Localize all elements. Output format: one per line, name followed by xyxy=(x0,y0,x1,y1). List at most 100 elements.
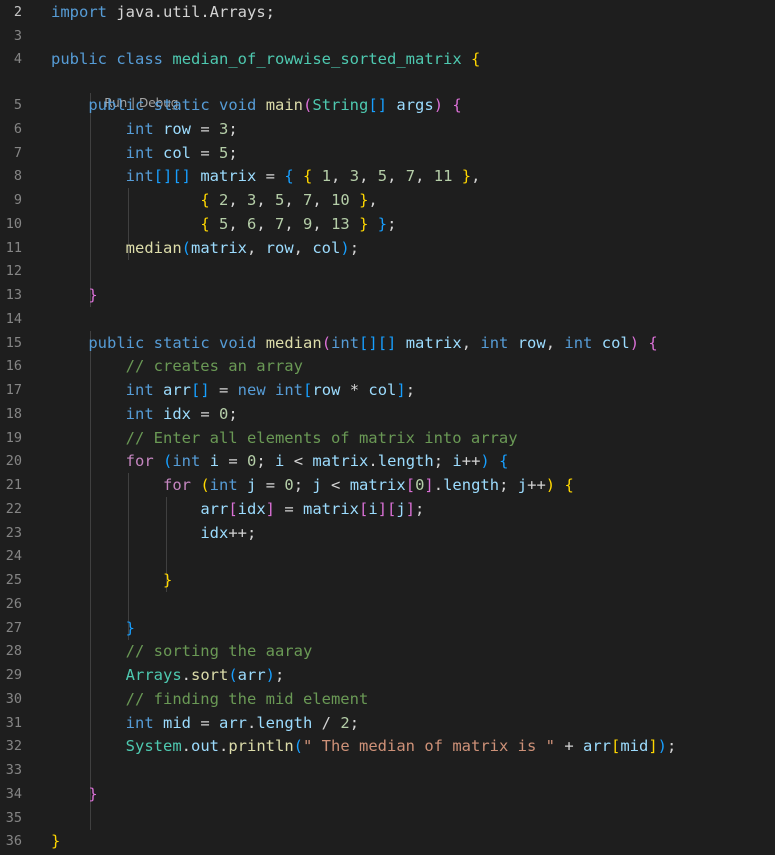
code-token: = xyxy=(275,499,303,518)
code-token: ; xyxy=(415,499,425,518)
code-token: int xyxy=(331,333,360,352)
code-line[interactable]: public class median_of_rowwise_sorted_ma… xyxy=(51,47,480,71)
code-line[interactable]: public static void median(int[][] matrix… xyxy=(51,331,657,355)
code-line[interactable]: { 5, 6, 7, 9, 13 } }; xyxy=(51,212,396,236)
code-token: = xyxy=(256,167,285,186)
code-token: void xyxy=(219,96,257,114)
code-line[interactable]: int col = 5; xyxy=(51,141,238,165)
code-token: matrix xyxy=(405,333,462,352)
code-token: median_of_rowwise_sorted_matrix xyxy=(172,50,462,69)
code-line[interactable]: { 2, 3, 5, 7, 10 }, xyxy=(51,188,377,212)
code-token: int xyxy=(172,452,201,471)
code-token: 3 xyxy=(247,191,257,209)
code-token: ][ xyxy=(377,499,397,518)
code-line[interactable]: for (int j = 0; j < matrix[0].length; j+… xyxy=(51,473,574,497)
code-token: ; xyxy=(293,476,313,494)
code-line[interactable]: Arrays.sort(arr); xyxy=(51,663,285,687)
code-token: = xyxy=(256,476,285,494)
code-token: int xyxy=(480,333,509,352)
line-number: 5 xyxy=(13,97,22,113)
code-token: . xyxy=(181,666,191,684)
code-line[interactable]: int mid = arr.length / 2; xyxy=(51,711,359,735)
code-token: } xyxy=(51,832,61,851)
line-number: 15 xyxy=(5,334,22,351)
line-number: 7 xyxy=(13,144,22,161)
code-line[interactable]: } xyxy=(51,568,172,592)
code-token: 3 xyxy=(219,119,229,138)
code-line[interactable]: // Enter all elements of matrix into arr… xyxy=(51,426,518,450)
code-token: , xyxy=(471,167,481,186)
code-token: 7 xyxy=(275,214,285,233)
code-token: ( xyxy=(293,737,304,756)
code-token: . xyxy=(219,737,229,756)
code-token: ; xyxy=(275,666,285,684)
code-line[interactable]: public static void main(String[] args) { xyxy=(51,93,461,117)
code-token: ) xyxy=(657,737,668,756)
code-line[interactable]: for (int i = 0; i < matrix.length; i++) … xyxy=(51,449,509,473)
code-editor[interactable]: 2 3 4 5 6 7 8 9 10 11 12 13 14 15 16 17 18 19 20 21 22 23 24 25… xyxy=(0,0,775,855)
code-token: ; xyxy=(228,143,238,162)
code-token: col xyxy=(163,143,191,162)
code-line[interactable]: } xyxy=(51,283,97,307)
code-token: = xyxy=(191,119,219,138)
code-line[interactable]: int arr[] = new int[row * col]; xyxy=(51,378,415,402)
line-number: 12 xyxy=(5,263,22,280)
code-token: col xyxy=(368,381,397,399)
code-line[interactable]: arr[idx] = matrix[i][j]; xyxy=(51,497,424,521)
code-token: // finding the mid element xyxy=(125,689,369,708)
code-line[interactable]: } xyxy=(51,616,135,640)
code-token: i xyxy=(209,452,220,471)
line-number: 22 xyxy=(5,500,22,517)
code-token: ; xyxy=(228,119,238,138)
code-token: , xyxy=(228,191,248,209)
code-token: ; xyxy=(349,713,360,732)
code-token: ] xyxy=(424,476,434,494)
code-token: 0 xyxy=(219,404,229,423)
code-token: import xyxy=(51,3,107,21)
code-line[interactable]: int[][] matrix = { { 1, 3, 5, 7, 11 }, xyxy=(51,164,481,188)
code-token: ) xyxy=(629,333,640,352)
code-line[interactable]: System.out.println(" The median of matri… xyxy=(51,734,677,758)
code-line[interactable]: // creates an array xyxy=(51,354,303,378)
line-number: 14 xyxy=(5,310,22,327)
line-number: 31 xyxy=(5,714,22,731)
code-line[interactable]: } xyxy=(51,782,98,806)
code-line[interactable]: int row = 3; xyxy=(51,117,238,141)
code-line[interactable]: idx++; xyxy=(51,521,256,545)
code-token: i xyxy=(275,452,285,471)
code-token: static xyxy=(153,333,210,352)
code-token: [ xyxy=(303,381,313,399)
code-token: , xyxy=(312,214,332,233)
code-token: int xyxy=(125,143,154,162)
code-line[interactable]: } xyxy=(51,829,60,853)
code-token: 5 xyxy=(219,143,229,162)
code-token: class xyxy=(116,50,164,69)
code-token: mid xyxy=(163,713,191,732)
code-line[interactable]: median(matrix, row, col); xyxy=(51,236,359,260)
code-line[interactable]: int idx = 0; xyxy=(51,402,238,426)
code-line[interactable]: import java.util.Arrays; xyxy=(51,0,275,24)
code-token: } xyxy=(88,784,98,803)
code-token: System xyxy=(125,737,182,756)
code-token: * xyxy=(340,381,369,399)
code-token: ++ xyxy=(461,452,481,471)
line-number: 26 xyxy=(5,595,22,612)
code-line[interactable]: // sorting the aaray xyxy=(51,639,313,663)
line-number: 3 xyxy=(13,27,22,44)
code-line[interactable]: // finding the mid element xyxy=(51,687,369,711)
code-token: } xyxy=(162,571,173,589)
